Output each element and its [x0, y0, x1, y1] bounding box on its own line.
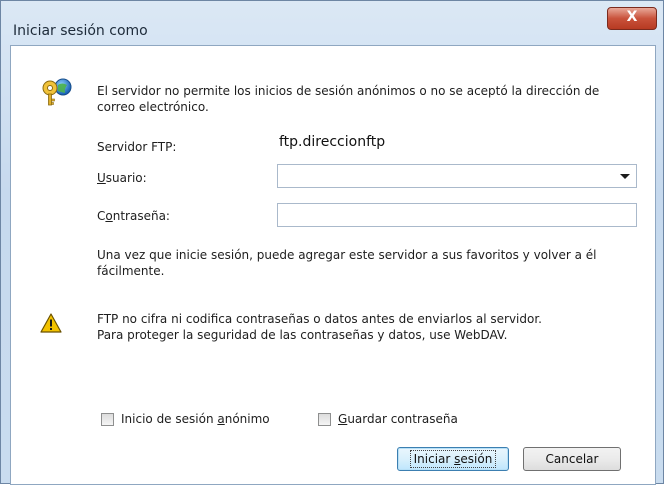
security-warning-line-1: FTP no cifra ni codifica contraseñas o d… [97, 312, 542, 326]
security-warning-line-2: Para proteger la seguridad de las contra… [97, 328, 508, 342]
login-dialog: Iniciar sesión como X El servidor no per… [0, 0, 664, 485]
user-label-text: suario: [105, 171, 147, 185]
login-label-rest[interactable]: esión [460, 452, 492, 466]
save-password-checkbox[interactable] [318, 413, 331, 426]
password-label: Contraseña: [97, 209, 170, 223]
anonymous-login-label-rest[interactable]: nónimo [225, 412, 270, 426]
server-value: ftp.direccionftp [279, 134, 386, 150]
warning-icon [40, 313, 62, 333]
user-label: Usuario: [97, 171, 147, 185]
save-password-label-rest[interactable]: uardar contraseña [347, 412, 458, 426]
password-label-text: ntraseña: [112, 209, 170, 223]
anonymous-not-allowed-message: El servidor no permite los inicios de se… [97, 84, 600, 114]
anonymous-login-checkbox[interactable] [101, 413, 114, 426]
window-title: Iniciar sesión como [13, 23, 148, 39]
login-button-label[interactable]: Iniciar sesión [409, 450, 497, 468]
anonymous-login-label[interactable]: Inicio de sesión anónimo [121, 412, 270, 426]
login-button[interactable]: Iniciar sesión [397, 447, 509, 471]
close-button[interactable]: X [607, 7, 657, 30]
security-warning: FTP no cifra ni codifica contraseñas o d… [97, 311, 645, 343]
cancel-button[interactable]: Cancelar [523, 447, 621, 471]
close-icon[interactable]: X [608, 9, 656, 25]
login-label-prefix[interactable]: Iniciar [414, 452, 455, 466]
password-label-access-key: o [105, 209, 113, 223]
title-bar: Iniciar sesión como X [1, 1, 664, 45]
favorites-hint: Una vez que inicie sesión, puede agregar… [97, 248, 597, 278]
server-label: Servidor FTP: [97, 140, 177, 154]
save-password-access-key[interactable]: G [338, 412, 347, 426]
key-globe-icon [42, 78, 72, 106]
chevron-down-icon[interactable] [620, 174, 630, 179]
user-combobox[interactable] [277, 164, 637, 188]
save-password-label[interactable]: Guardar contraseña [338, 412, 458, 426]
user-label-access-key: U [97, 171, 106, 185]
anonymous-login-label-prefix[interactable]: Inicio de sesión [121, 412, 217, 426]
password-field[interactable] [277, 203, 637, 227]
anonymous-login-access-key[interactable]: a [217, 412, 224, 426]
